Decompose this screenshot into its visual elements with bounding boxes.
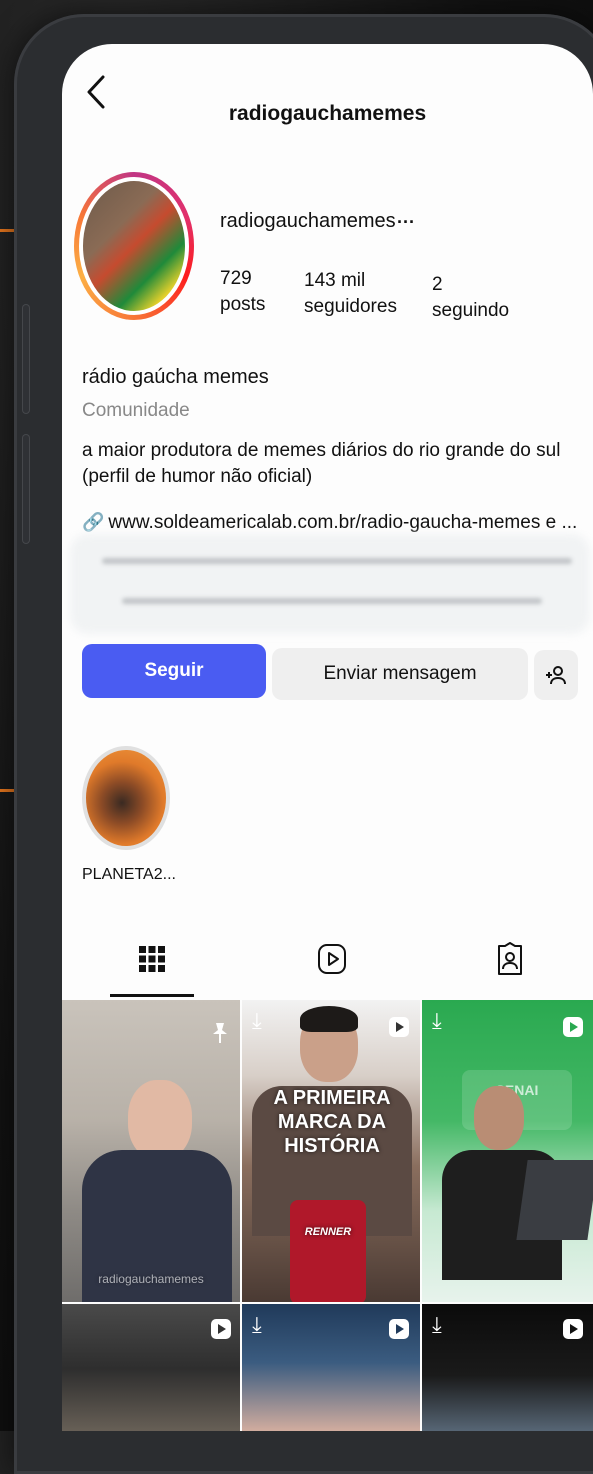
more-options-button[interactable]: ···	[397, 212, 415, 233]
stat-followers-label: seguidores	[304, 295, 397, 317]
profile-link[interactable]: 🔗 www.soldeamericalab.com.br/radio-gaucha…	[82, 512, 592, 534]
tagged-icon	[498, 942, 522, 975]
blurred-line	[102, 558, 572, 564]
post-person-head	[128, 1080, 192, 1160]
stat-posts[interactable]: 729 posts	[220, 266, 265, 317]
reel-icon	[388, 1318, 410, 1340]
reels-icon	[318, 944, 346, 974]
stat-following-label: seguindo	[432, 299, 510, 321]
avatar[interactable]	[74, 172, 194, 320]
post-product-label: RENNER	[304, 1226, 352, 1238]
highlight-label: PLANETA2...	[82, 866, 176, 883]
message-button[interactable]: Enviar mensagem	[272, 648, 528, 700]
stat-following-value: 2	[432, 274, 443, 295]
blurred-line	[122, 598, 542, 604]
top-bar: radiogauchamemes	[62, 44, 593, 154]
reel-icon	[562, 1318, 584, 1340]
post-watermark: radiogauchamemes	[98, 1272, 204, 1286]
post-person-head	[474, 1086, 524, 1150]
tab-tagged[interactable]	[480, 934, 540, 984]
post-tile[interactable]: ⤓	[422, 1304, 593, 1431]
blurred-region	[70, 534, 590, 634]
stat-posts-value: 729	[220, 268, 252, 289]
screen: radiogauchamemes radiogauchamemes ··· 72…	[62, 44, 593, 1431]
profile-link-text: www.soldeamericalab.com.br/radio-gaucha-…	[108, 512, 578, 533]
profile-category: Comunidade	[82, 400, 190, 421]
profile-username: radiogauchamemes	[220, 210, 396, 232]
profile-display-name: rádio gaúcha memes	[82, 366, 269, 388]
reel-icon	[562, 1016, 584, 1038]
post-tile[interactable]	[62, 1304, 240, 1431]
reel-icon	[210, 1318, 232, 1340]
stat-following[interactable]: 2 seguindo	[432, 272, 509, 323]
active-tab-indicator	[110, 994, 194, 997]
page-title: radiogauchamemes	[228, 102, 427, 125]
highlight-image	[86, 750, 166, 846]
add-person-icon	[546, 666, 566, 685]
phone-side-button	[22, 434, 30, 544]
link-icon: 🔗	[82, 512, 105, 532]
stat-followers[interactable]: 143 mil seguidores	[304, 268, 397, 319]
follow-button[interactable]: Seguir	[82, 644, 266, 698]
stat-followers-value: 143 mil	[304, 270, 366, 291]
download-icon: ⤓	[432, 1008, 442, 1033]
reel-icon	[388, 1016, 410, 1038]
tab-reels[interactable]	[302, 934, 362, 984]
post-tile[interactable]: SENAI ⤓	[422, 1000, 593, 1302]
grid-icon	[139, 946, 165, 972]
laptop	[516, 1160, 593, 1240]
post-tile[interactable]: radiogauchamemes	[62, 1000, 240, 1302]
post-person-hair	[300, 1006, 358, 1032]
paint-can	[290, 1200, 366, 1302]
story-highlight[interactable]	[82, 746, 170, 850]
download-icon: ⤓	[252, 1312, 262, 1337]
download-icon: ⤓	[432, 1312, 442, 1337]
post-tile[interactable]: ⤓	[242, 1304, 420, 1431]
add-person-button[interactable]	[534, 650, 578, 700]
post-tile[interactable]: RENNER A PRIMEIRA MARCA DA HISTÓRIA ⤓	[242, 1000, 420, 1302]
pin-icon	[210, 1022, 232, 1044]
phone-side-button	[22, 304, 30, 414]
profile-tabs	[62, 924, 593, 1000]
download-icon: ⤓	[252, 1008, 262, 1033]
post-caption: A PRIMEIRA MARCA DA HISTÓRIA	[273, 1087, 391, 1157]
tab-grid[interactable]	[122, 934, 182, 984]
avatar-image	[83, 181, 185, 311]
profile-bio: a maior produtora de memes diários do ri…	[82, 440, 561, 487]
stat-posts-label: posts	[220, 293, 266, 315]
